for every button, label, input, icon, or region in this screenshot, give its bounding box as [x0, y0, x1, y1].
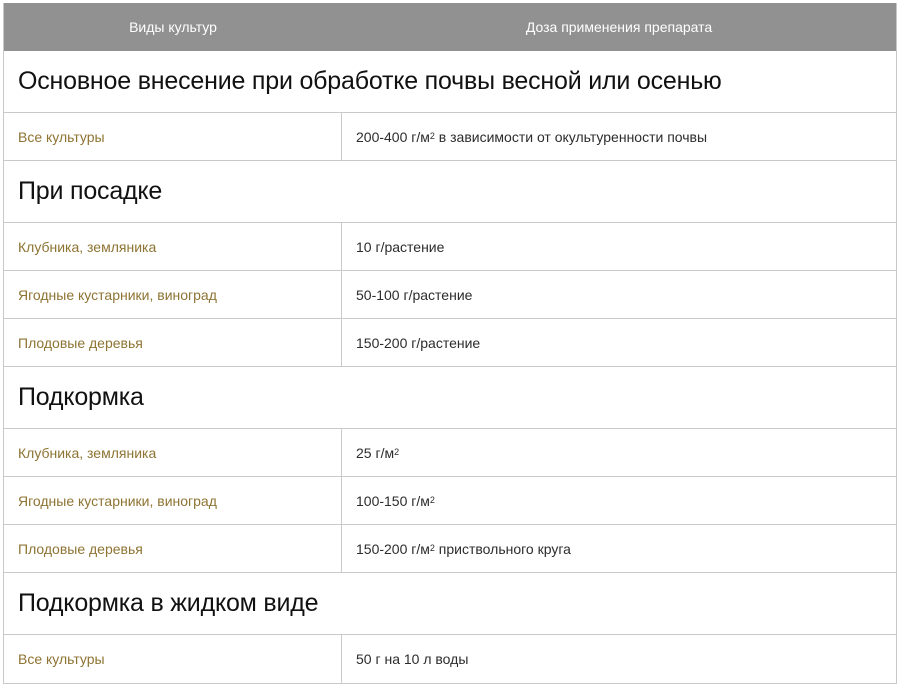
dose-cell: 150-200 г/растение [342, 319, 896, 366]
table-row: Ягодные кустарники, виноград 100-150 г/м… [4, 477, 896, 525]
dose-value: 50-100 г/растение [356, 286, 473, 303]
dose-value: 25 г/м [356, 444, 395, 461]
section-title: Подкормка [18, 383, 144, 411]
dose-cell: 50 г на 10 л воды [342, 635, 896, 683]
dose-cell: 100-150 г/м 2 [356, 492, 435, 509]
table-row: Клубника, земляника 25 г/м 2 [4, 429, 896, 477]
header-dose: Доза применения препарата [525, 19, 713, 35]
dose-value: 50 г на 10 л воды [356, 651, 469, 667]
section-row: При посадке [4, 161, 896, 223]
table-row: Все культуры 50 г на 10 л воды [4, 635, 896, 683]
section-title: Подкормка в жидком виде [18, 589, 319, 617]
crop-cell: Ягодные кустарники, виноград [4, 271, 342, 318]
section-row: Подкормка в жидком виде [4, 573, 896, 635]
section-title: Основное внесение при обработке почвы ве… [18, 67, 722, 95]
table-row: Все культуры 200-400 г/м 2 в зависимости … [4, 113, 896, 161]
dose-value: 200-400 г/м [356, 128, 430, 145]
dose-cell: 50-100 г/растение [342, 271, 896, 318]
dose-cell: 10 г/растение [342, 223, 896, 270]
crop-cell: Клубника, земляника [4, 429, 342, 476]
dose-value: 150-200 г/растение [356, 334, 481, 351]
crop-cell: Плодовые деревья [4, 319, 342, 366]
crop-cell: Клубника, земляника [4, 223, 342, 270]
table-row: Плодовые деревья 150-200 г/растение [4, 319, 896, 367]
table-row: Клубника, земляника 10 г/растение [4, 223, 896, 271]
dose-suffix: приствольного круга [434, 540, 571, 557]
table-row: Плодовые деревья 150-200 г/м 2 приствольн… [4, 525, 896, 573]
section-row: Подкормка [4, 367, 896, 429]
dosage-table: Виды культур Доза применения препарата О… [3, 3, 897, 684]
table-header: Виды культур Доза применения препарата [4, 3, 896, 51]
crop-cell: Плодовые деревья [4, 525, 342, 572]
crop-cell: Ягодные кустарники, виноград [4, 477, 342, 524]
header-crop-types: Виды культур [129, 19, 217, 35]
dose-suffix: в зависимости от окультуренности почвы [434, 128, 708, 145]
dose-value: 10 г/растение [356, 238, 445, 255]
dose-cell: 25 г/м 2 [356, 444, 400, 461]
table-row: Ягодные кустарники, виноград 50-100 г/ра… [4, 271, 896, 319]
dose-value: 100-150 г/м [356, 492, 430, 509]
crop-cell: Все культуры [4, 113, 342, 160]
dose-cell: 150-200 г/м 2 приствольного круга [356, 540, 571, 557]
section-title: При посадке [18, 177, 163, 205]
dose-cell: 200-400 г/м 2 в зависимости от окультурен… [356, 128, 708, 145]
crop-cell: Все культуры [4, 635, 342, 683]
dose-value: 150-200 г/м [356, 540, 430, 557]
section-row: Основное внесение при обработке почвы ве… [4, 51, 896, 113]
